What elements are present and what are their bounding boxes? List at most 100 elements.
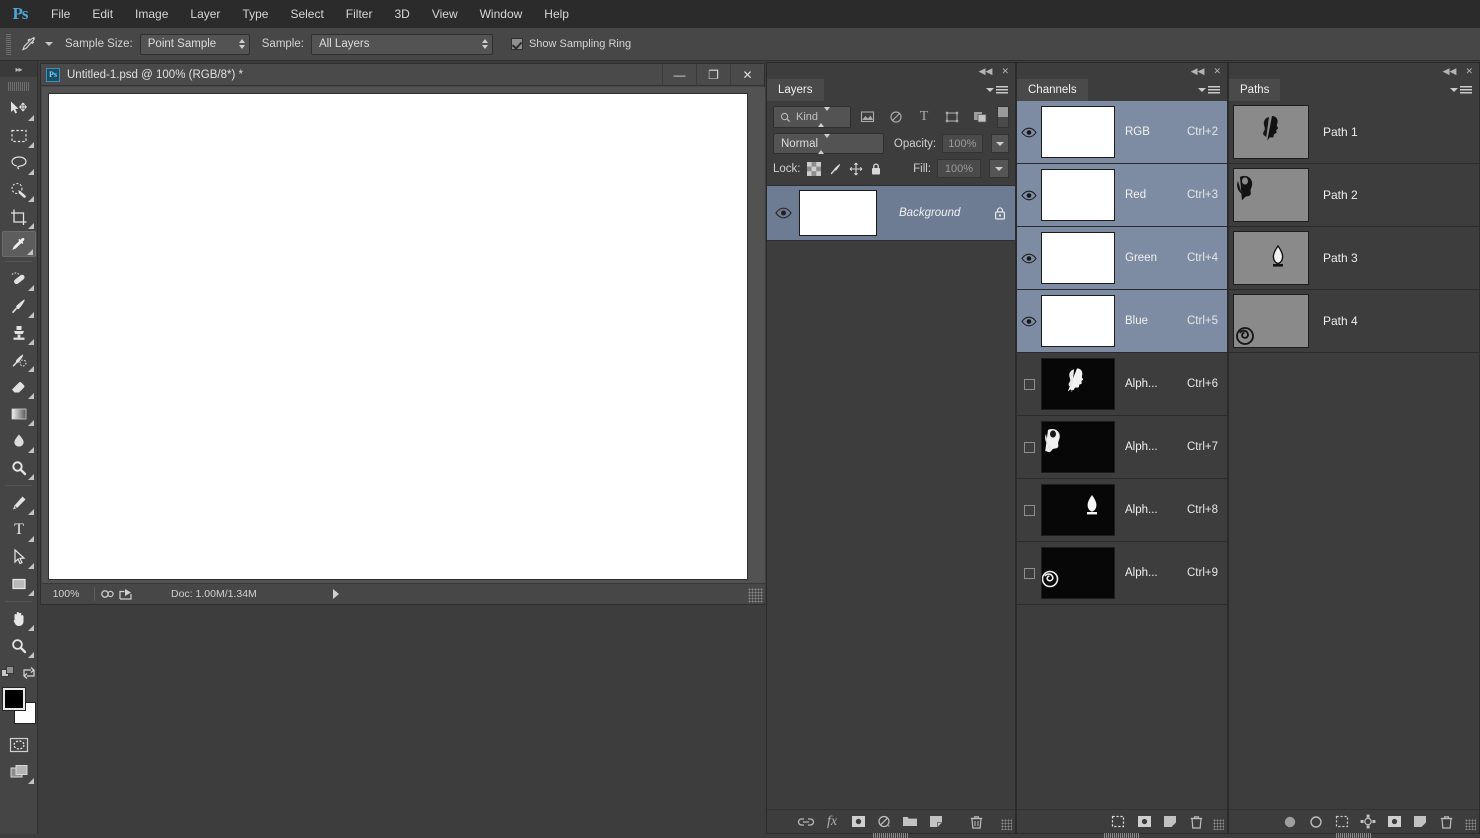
shape-filter-icon[interactable] [941,106,963,128]
pen-tool[interactable] [2,490,36,516]
channel-row-alpha-4[interactable]: Alph... Ctrl+9 [1017,542,1227,605]
channel-thumbnail[interactable] [1041,106,1115,158]
close-button[interactable]: ✕ [730,63,764,86]
channel-thumbnail[interactable] [1041,232,1115,284]
channel-row-alpha-2[interactable]: Alph... Ctrl+7 [1017,416,1227,479]
share-icon[interactable] [117,587,135,601]
sample-size-select[interactable]: Point Sample [139,33,250,55]
menu-window[interactable]: Window [469,0,534,28]
eraser-tool[interactable] [2,374,36,400]
paths-panel-menu-icon[interactable] [1450,85,1472,95]
stroke-path-icon[interactable] [1303,811,1329,833]
close-icon[interactable]: ✕ [1213,66,1221,77]
path-thumbnail[interactable] [1233,168,1309,222]
channel-row-alpha-1[interactable]: Alph... Ctrl+6 [1017,353,1227,416]
lock-image-icon[interactable] [827,162,843,176]
zoom-tool[interactable] [2,633,36,659]
path-name[interactable]: Path 4 [1309,314,1358,328]
brush-tool[interactable] [2,293,36,319]
move-tool[interactable] [2,96,36,122]
blur-tool[interactable] [2,428,36,454]
layer-style-fx-icon[interactable]: fx [819,811,845,833]
visibility-checkbox[interactable] [1023,567,1035,579]
visibility-checkbox[interactable] [1023,441,1035,453]
make-work-path-icon[interactable] [1355,811,1381,833]
path-thumbnail[interactable] [1233,294,1309,348]
layers-panel-resize-grip[interactable] [1001,819,1012,830]
new-layer-icon[interactable] [923,811,949,833]
menu-view[interactable]: View [421,0,469,28]
preview-settings-icon[interactable] [99,587,117,601]
path-row-4[interactable]: Path 4 [1229,290,1479,353]
path-thumbnail[interactable] [1233,105,1309,159]
pixel-filter-icon[interactable] [857,106,879,128]
type-tool[interactable]: T [2,517,36,543]
delete-channel-icon[interactable] [1183,811,1209,833]
zoom-level[interactable]: 100% [42,588,90,600]
channel-visibility-toggle[interactable] [1017,253,1041,264]
add-layer-mask-icon[interactable] [845,811,871,833]
smart-object-filter-icon[interactable] [969,106,991,128]
delete-path-icon[interactable] [1433,811,1459,833]
hand-tool[interactable] [2,606,36,632]
menu-filter[interactable]: Filter [335,0,384,28]
channel-thumbnail[interactable] [1041,547,1115,599]
add-layer-mask-icon[interactable] [1381,811,1407,833]
clone-stamp-tool[interactable] [2,320,36,346]
filter-toggle-switch[interactable] [997,106,1009,128]
swap-colors-icon[interactable] [22,666,36,680]
channel-thumbnail[interactable] [1041,169,1115,221]
screen-mode-button[interactable] [2,759,36,785]
path-name[interactable]: Path 1 [1309,125,1358,139]
blend-mode-select[interactable]: Normal [773,133,884,154]
fill-path-icon[interactable] [1277,811,1303,833]
collapse-icon[interactable]: ◀◀ [1443,66,1457,77]
layer-visibility-toggle[interactable] [767,207,799,219]
color-swatches[interactable] [2,687,37,724]
collapse-icon[interactable]: ◀◀ [1191,66,1205,77]
crop-tool[interactable] [2,204,36,230]
paths-panel-resize-grip[interactable] [1465,819,1476,830]
tool-preset-chevron-icon[interactable] [45,42,53,46]
channel-visibility-toggle[interactable] [1017,316,1041,327]
path-thumbnail[interactable] [1233,231,1309,285]
menu-help[interactable]: Help [533,0,580,28]
tab-paths[interactable]: Paths [1229,79,1281,101]
new-group-icon[interactable] [897,811,923,833]
rectangular-marquee-tool[interactable] [2,123,36,149]
foreground-color-swatch[interactable] [2,687,26,711]
dodge-tool[interactable] [2,455,36,481]
channel-visibility-toggle[interactable] [1017,441,1041,453]
channel-visibility-toggle[interactable] [1017,504,1041,516]
maximize-button[interactable]: ❐ [696,63,730,86]
gradient-tool[interactable] [2,401,36,427]
close-icon[interactable]: ✕ [1465,66,1473,77]
path-row-3[interactable]: Path 3 [1229,227,1479,290]
document-canvas[interactable] [48,93,748,580]
sample-select[interactable]: All Layers [310,33,493,55]
show-sampling-ring-checkbox[interactable]: Show Sampling Ring [510,38,631,50]
menu-image[interactable]: Image [124,0,179,28]
menu-3d[interactable]: 3D [383,0,420,28]
channel-row-red[interactable]: Red Ctrl+3 [1017,164,1227,227]
opacity-value[interactable]: 100% [942,134,983,153]
new-adjustment-layer-icon[interactable] [871,811,897,833]
history-brush-tool[interactable] [2,347,36,373]
visibility-checkbox[interactable] [1023,378,1035,390]
delete-layer-icon[interactable] [963,811,989,833]
layer-thumbnail[interactable] [799,190,877,236]
tab-channels[interactable]: Channels [1017,79,1088,101]
lock-all-icon[interactable] [869,162,883,176]
default-colors-icon[interactable] [1,666,15,680]
path-name[interactable]: Path 3 [1309,251,1358,265]
link-layers-icon[interactable] [793,811,819,833]
channel-thumbnail[interactable] [1041,358,1115,410]
window-resize-grip[interactable] [748,588,763,603]
channel-row-rgb[interactable]: RGB Ctrl+2 [1017,101,1227,164]
status-expand-icon[interactable] [332,588,339,599]
options-bar-grip[interactable] [6,33,11,55]
fill-slider-chevron-icon[interactable] [989,159,1009,178]
fill-value[interactable]: 100% [937,159,981,178]
new-path-icon[interactable] [1407,811,1433,833]
channel-row-blue[interactable]: Blue Ctrl+5 [1017,290,1227,353]
